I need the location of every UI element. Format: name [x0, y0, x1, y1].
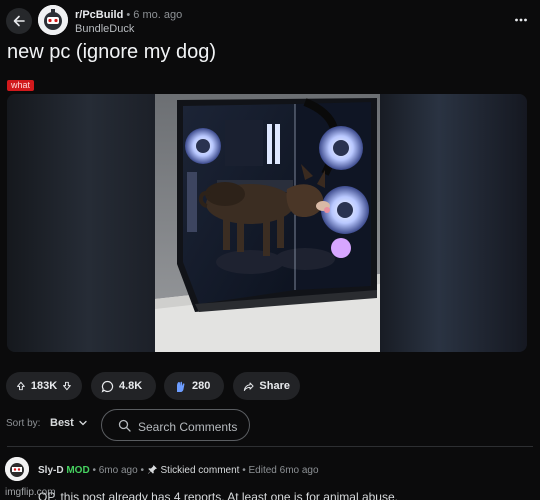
more-icon [515, 18, 527, 22]
sort-label: Sort by: [6, 418, 41, 429]
upvote-icon[interactable] [16, 380, 26, 392]
search-comments-input[interactable]: Search Comments [101, 409, 250, 441]
post-flair[interactable]: what [7, 80, 35, 91]
post-header: r/PcBuild • 6 mo. ago BundleDuck [0, 0, 540, 42]
share-button[interactable]: Share [233, 372, 300, 400]
stickied-comment: Sly-D MOD • 6mo ago • Stickied comment •… [0, 452, 540, 500]
subreddit-line: r/PcBuild • 6 mo. ago [75, 9, 182, 21]
award-icon [177, 381, 185, 392]
comment-sort-row: Sort by: Best Search Comments [0, 406, 540, 442]
comment-age: 6mo ago [98, 465, 138, 476]
back-arrow-icon [13, 15, 25, 27]
pc-dog-photo [155, 94, 380, 352]
vote-pill: 183K [6, 372, 82, 400]
search-placeholder: Search Comments [138, 420, 238, 434]
post-actions: 183K 4.8K 280 Share [0, 372, 540, 400]
post-age: 6 mo. ago [133, 9, 183, 21]
commenter-avatar[interactable] [5, 457, 29, 481]
post-author[interactable]: BundleDuck [75, 23, 134, 35]
comment-body: OP, this post already has 4 reports. At … [38, 490, 398, 500]
subreddit-avatar[interactable] [38, 5, 68, 35]
media-blur-right [380, 94, 527, 352]
sort-dropdown[interactable]: Best [50, 417, 74, 429]
comments-button[interactable]: 4.8K [91, 372, 156, 400]
chevron-down-icon[interactable] [78, 418, 88, 428]
comment-count: 4.8K [119, 380, 143, 392]
share-label: Share [259, 380, 290, 392]
subreddit-name[interactable]: r/PcBuild [75, 9, 123, 21]
mod-badge: MOD [66, 465, 90, 476]
edited-label: Edited 6mo ago [248, 465, 319, 476]
award-button[interactable]: 280 [164, 372, 224, 400]
watermark: imgflip.com [5, 487, 56, 498]
comment-icon [101, 380, 114, 393]
comment-author[interactable]: Sly-D [38, 465, 64, 476]
stickied-label: Stickied comment [160, 465, 240, 476]
downvote-icon[interactable] [62, 380, 72, 392]
award-count: 280 [192, 380, 211, 392]
back-button[interactable] [6, 8, 32, 34]
more-button[interactable] [514, 13, 528, 27]
upvote-count: 183K [30, 380, 58, 392]
divider [7, 446, 533, 447]
post-media[interactable] [7, 94, 527, 352]
share-icon [243, 382, 254, 391]
pin-icon [147, 465, 157, 474]
post-title: new pc (ignore my dog) [7, 41, 216, 63]
search-icon [118, 419, 131, 432]
media-blur-left [7, 94, 155, 352]
comment-meta: Sly-D MOD • 6mo ago • Stickied comment •… [38, 464, 319, 476]
